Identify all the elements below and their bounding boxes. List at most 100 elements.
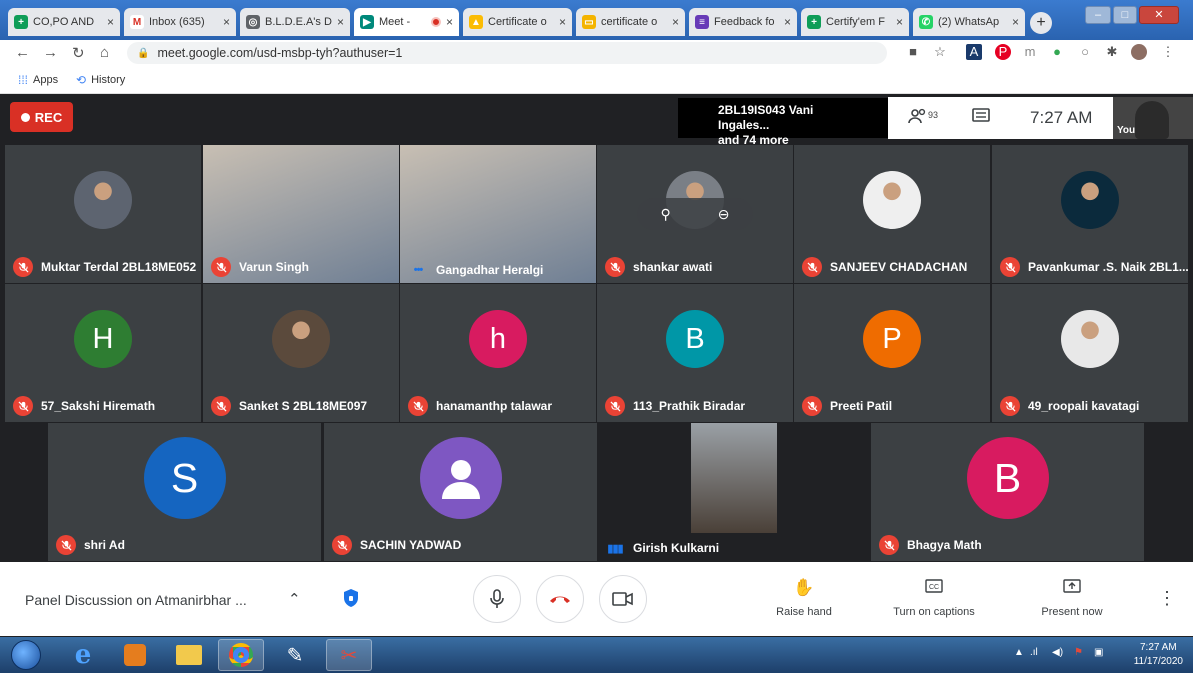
tab-title: CO,PO AND — [33, 16, 95, 28]
system-clock[interactable]: 7:27 AM 11/17/2020 — [1134, 641, 1183, 669]
internet-explorer-icon[interactable]: e — [60, 639, 106, 671]
participant-tile[interactable]: B Bhagya Math — [871, 423, 1144, 561]
browser-tab[interactable]: ✆ (2) WhatsAp × — [913, 8, 1025, 36]
close-window-button[interactable]: ✕ — [1139, 6, 1179, 24]
close-tab-icon[interactable]: × — [559, 15, 566, 29]
participant-tile[interactable]: ••• Gangadhar Heralgi — [400, 145, 596, 283]
participant-tile[interactable]: SANJEEV CHADACHAN — [794, 145, 990, 283]
participant-name-row: shri Ad — [56, 535, 125, 555]
initial-avatar: H — [74, 310, 132, 368]
participant-tile[interactable]: B 113_Prathik Biradar — [597, 284, 793, 422]
extension-icon[interactable]: ○ — [1077, 44, 1093, 60]
participant-name: Muktar Terdal 2BL18ME052 — [41, 260, 197, 274]
participant-tile[interactable]: h hanamanthp talawar — [400, 284, 596, 422]
browser-tab[interactable]: ▭ certificate o × — [576, 8, 685, 36]
browser-tab[interactable]: ▲ Certificate o × — [463, 8, 572, 36]
drive-icon: ▲ — [469, 15, 483, 29]
participant-tile[interactable]: P Preeti Patil — [794, 284, 990, 422]
tile-hover-controls[interactable]: ⚲ ⊖ — [637, 198, 753, 230]
close-tab-icon[interactable]: × — [1012, 15, 1019, 29]
extension-icon[interactable]: A — [966, 44, 982, 60]
reload-icon[interactable]: ↻ — [72, 44, 85, 62]
home-icon[interactable]: ⌂ — [100, 44, 109, 61]
participant-name-row: 57_Sakshi Hiremath — [13, 396, 155, 416]
maximize-button[interactable]: □ — [1113, 6, 1137, 24]
initial-avatar: S — [143, 437, 226, 519]
participant-tile[interactable]: Muktar Terdal 2BL18ME052 — [5, 145, 201, 283]
show-hidden-icons[interactable]: ▲ — [1014, 647, 1024, 658]
microphone-button[interactable] — [473, 575, 521, 623]
browser-tab[interactable]: + Certify'em F × — [801, 8, 909, 36]
address-bar[interactable]: 🔒 meet.google.com/usd-msbp-tyh?authuser=… — [127, 42, 887, 64]
minimize-button[interactable]: – — [1085, 6, 1111, 24]
browser-tab[interactable]: ≡ Feedback fo × — [689, 8, 797, 36]
close-tab-icon[interactable]: × — [896, 15, 903, 29]
gmail-icon: M — [130, 15, 144, 29]
participant-tile[interactable]: Sanket S 2BL18ME097 — [203, 284, 399, 422]
participant-tile[interactable]: Pavankumar .S. Naik 2BL1... — [992, 145, 1188, 283]
close-tab-icon[interactable]: × — [107, 15, 114, 29]
paint-icon[interactable]: ✎ — [272, 639, 318, 671]
start-button[interactable] — [6, 639, 46, 671]
back-icon[interactable]: ← — [15, 44, 30, 61]
extension-icon[interactable]: ● — [1049, 44, 1065, 60]
camera-icon[interactable]: ■ — [905, 44, 921, 60]
raise-hand-button[interactable]: ✋ Raise hand — [768, 578, 840, 618]
browser-toolbar: ← → ↻ ⌂ 🔒 meet.google.com/usd-msbp-tyh?a… — [0, 40, 1193, 66]
participants-button[interactable]: 93 — [908, 108, 938, 128]
participant-name-row: Pavankumar .S. Naik 2BL1... — [1000, 257, 1188, 277]
power-icon[interactable]: ▣ — [1094, 647, 1103, 658]
browser-tab[interactable]: ▶ Meet - × — [354, 8, 459, 36]
browser-tab[interactable]: M Inbox (635) × — [124, 8, 236, 36]
close-tab-icon[interactable]: × — [672, 15, 679, 29]
participant-tile[interactable]: ▮▮▮ Girish Kulkarni — [597, 423, 870, 561]
initial-avatar: h — [469, 310, 527, 368]
participant-tile[interactable]: Varun Singh — [203, 145, 399, 283]
snipping-tool-icon[interactable]: ✂ — [326, 639, 372, 671]
browser-menu-icon[interactable]: ⋮ — [1160, 44, 1176, 60]
participant-tile[interactable]: Sshri Ad — [48, 423, 321, 561]
participant-tile[interactable]: H 57_Sakshi Hiremath — [5, 284, 201, 422]
mute-participant-icon[interactable]: ⊖ — [718, 206, 730, 223]
more-options-icon[interactable]: ⋮ — [1158, 588, 1176, 609]
volume-icon[interactable]: ◀) — [1052, 647, 1063, 658]
participant-tile[interactable]: ⚲ ⊖ shankar awati — [597, 145, 793, 283]
chat-button[interactable] — [972, 108, 990, 128]
bookmark-history[interactable]: ⟲ History — [76, 73, 125, 87]
participant-tile[interactable]: 49_roopali kavatagi — [992, 284, 1188, 422]
meeting-title[interactable]: Panel Discussion on Atmanirbhar ... — [25, 592, 247, 608]
close-tab-icon[interactable]: × — [446, 15, 453, 29]
chrome-taskbar-icon[interactable] — [218, 639, 264, 671]
browser-tab[interactable]: ◎ B.L.D.E.A's D × — [240, 8, 350, 36]
network-icon[interactable]: .ıl — [1030, 647, 1038, 658]
extension-icon[interactable]: m — [1022, 44, 1038, 60]
pin-icon[interactable]: ⚲ — [661, 206, 671, 223]
captions-button[interactable]: CC Turn on captions — [884, 578, 984, 618]
participant-count: 93 — [928, 110, 939, 120]
new-tab-button[interactable]: + — [1030, 12, 1052, 34]
camera-button[interactable] — [599, 575, 647, 623]
forward-icon[interactable]: → — [43, 44, 58, 61]
pinterest-icon[interactable]: P — [995, 44, 1011, 60]
participant-tile[interactable]: SACHIN YADWAD — [324, 423, 597, 561]
chevron-up-icon[interactable]: ⌃ — [288, 590, 301, 608]
close-tab-icon[interactable]: × — [223, 15, 230, 29]
close-tab-icon[interactable]: × — [337, 15, 344, 29]
speaking-indicator-icon: ▮▮▮ — [607, 542, 623, 555]
profile-photo — [74, 171, 132, 229]
bookmark-star-icon[interactable]: ☆ — [932, 44, 948, 60]
media-player-icon[interactable] — [112, 639, 158, 671]
browser-tab[interactable]: + CO,PO AND × — [8, 8, 120, 36]
extensions-puzzle-icon[interactable]: ✱ — [1104, 44, 1120, 60]
mic-off-icon — [13, 396, 33, 416]
self-view-tile[interactable]: You — [1113, 97, 1193, 139]
profile-avatar[interactable] — [1131, 44, 1147, 60]
leave-call-button[interactable] — [536, 575, 584, 623]
bookmark-apps[interactable]: ⁞⁞⁞ Apps — [18, 73, 58, 87]
present-now-button[interactable]: Present now — [1032, 578, 1112, 618]
record-dot-icon — [20, 112, 30, 122]
close-tab-icon[interactable]: × — [784, 15, 791, 29]
shield-icon[interactable] — [342, 588, 360, 608]
action-center-icon[interactable]: ⚑ — [1074, 647, 1083, 658]
file-explorer-icon[interactable] — [166, 639, 212, 671]
